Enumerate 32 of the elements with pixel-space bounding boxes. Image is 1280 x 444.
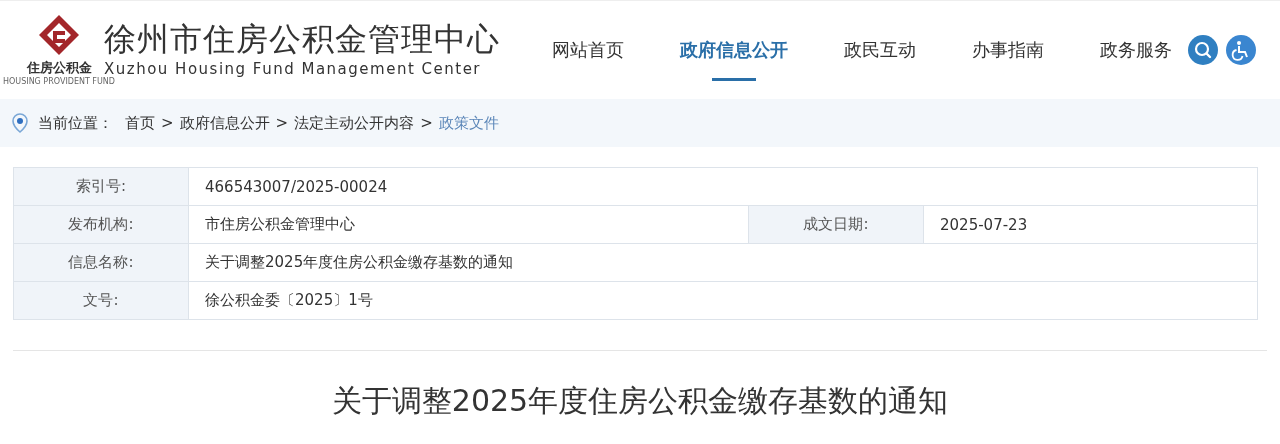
location-pin-icon (12, 113, 28, 133)
accessibility-icon[interactable] (1226, 35, 1256, 65)
breadcrumb-separator: > (275, 114, 289, 132)
site-title: 徐州市住房公积金管理中心 (104, 19, 500, 59)
site-subtitle: Xuzhou Housing Fund Management Center (104, 59, 483, 78)
breadcrumb-separator: > (420, 114, 433, 132)
field-label-cell: 信息名称: (13, 243, 189, 282)
field-label-cell: 发布机构: (13, 205, 189, 244)
nav-tab[interactable]: 政府信息公开 (680, 19, 788, 81)
field-label-cell: 成文日期: (748, 205, 924, 244)
logo-emblem-icon (37, 13, 81, 57)
field-value-cell: 关于调整2025年度住房公积金缴存基数的通知 (188, 243, 1258, 282)
emblem-caption: 住房公积金 (26, 59, 92, 77)
breadcrumb-label: 当前位置： (38, 113, 113, 133)
breadcrumb-link[interactable]: 政府信息公开 (179, 113, 270, 133)
nav-tab[interactable]: 政务服务 (1100, 19, 1172, 81)
breadcrumb-link[interactable]: 法定主动公开内容 (294, 113, 415, 133)
field-value-cell: 徐公积金委〔2025〕1号 (188, 281, 1258, 320)
field-value-cell: 2025-07-23 (923, 205, 1258, 244)
field-value-cell: 市住房公积金管理中心 (188, 205, 749, 244)
field-value-cell: 466543007/2025-00024 (188, 167, 1258, 206)
field-label-cell: 文号: (13, 281, 189, 320)
breadcrumb-link[interactable]: 首页 (125, 113, 155, 133)
nav-tab[interactable]: 政民互动 (844, 19, 916, 81)
search-icon[interactable] (1188, 35, 1218, 65)
field-label-cell: 索引号: (13, 167, 189, 206)
nav-tab[interactable]: 网站首页 (552, 19, 624, 81)
breadcrumb-separator: > (161, 114, 174, 132)
emblem-subcaption: HOUSING PROVIDENT FUND (3, 77, 115, 87)
nav-tab[interactable]: 办事指南 (972, 19, 1044, 81)
breadcrumb-link[interactable]: 政策文件 (438, 113, 499, 133)
article-title: 关于调整2025年度住房公积金缴存基数的通知 (330, 382, 950, 420)
